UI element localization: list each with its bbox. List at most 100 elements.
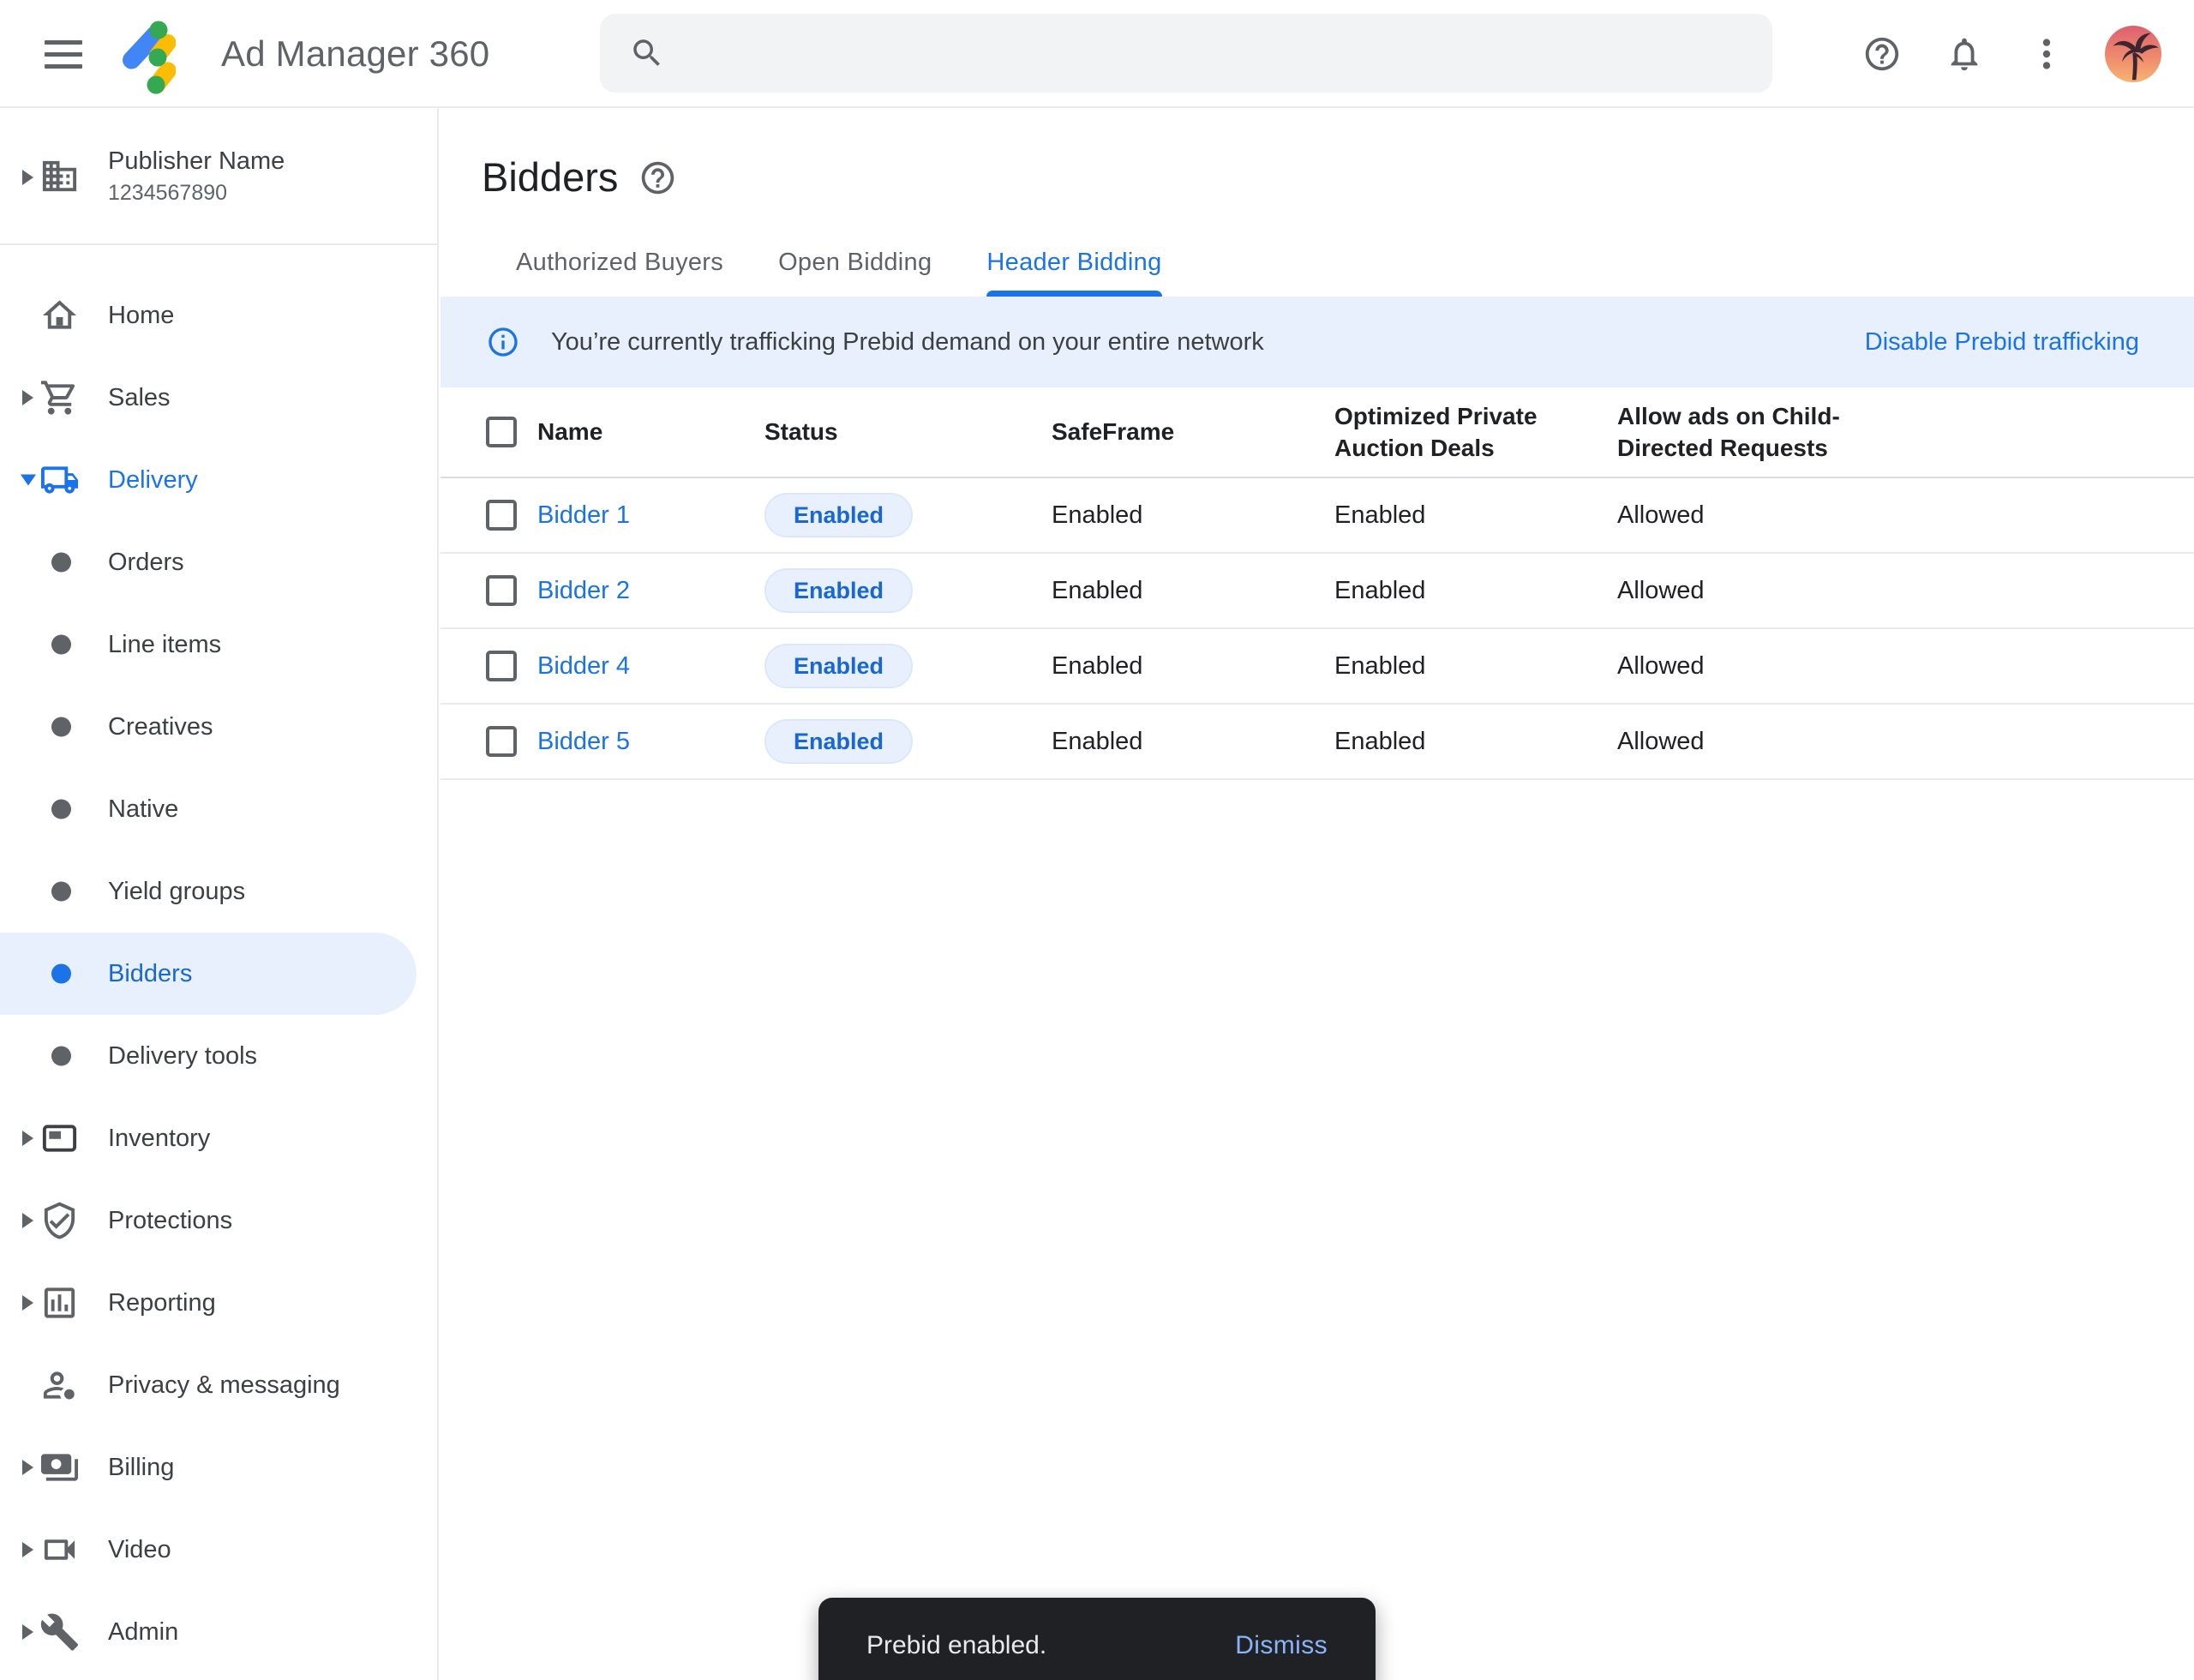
page-title: Bidders <box>482 153 618 202</box>
sidebar-item-line-items[interactable]: Line items <box>0 603 437 686</box>
bidders-table: Name Status SafeFrame Optimized Private … <box>441 387 2194 780</box>
sidebar-item-reporting[interactable]: Reporting <box>0 1262 437 1344</box>
delivery-truck-icon <box>39 460 80 501</box>
expand-caret-icon <box>22 1213 33 1228</box>
column-header-optimized-deals: Optimized Private Auction Deals <box>1334 400 1574 464</box>
payments-bill-icon <box>39 1448 80 1488</box>
bar-chart-report-icon <box>39 1283 80 1323</box>
sidebar-item-yield-groups[interactable]: Yield groups <box>0 850 437 933</box>
search-bar[interactable] <box>600 14 1772 93</box>
bidder-link[interactable]: Bidder 5 <box>537 728 630 755</box>
inventory-ad-unit-icon <box>39 1119 80 1159</box>
safeframe-value: Enabled <box>1052 652 1334 681</box>
person-privacy-icon <box>39 1365 80 1406</box>
sidebar-nav: Publisher Name 1234567890 Home Sales Del… <box>0 108 439 1680</box>
status-badge: Enabled <box>764 719 913 764</box>
menu-icon[interactable] <box>45 33 84 75</box>
bullet-dot-icon <box>51 882 71 902</box>
expand-caret-icon <box>22 1131 33 1146</box>
bullet-dot-icon <box>51 635 71 655</box>
palm-tree-icon <box>2105 26 2161 82</box>
page-head: Bidders <box>482 153 2194 202</box>
home-icon <box>39 296 80 336</box>
table-row-bidder-2: Bidder 2 Enabled Enabled Enabled Allowed <box>441 554 2194 629</box>
column-header-name: Name <box>537 418 764 446</box>
sidebar-item-privacy-messaging[interactable]: Privacy & messaging <box>0 1344 437 1426</box>
app-title: Ad Manager 360 <box>221 0 489 108</box>
bidder-link[interactable]: Bidder 1 <box>537 501 630 529</box>
publisher-id: 1234567890 <box>108 178 285 207</box>
bullet-dot-icon <box>51 1047 71 1066</box>
sidebar-item-protections[interactable]: Protections <box>0 1179 437 1262</box>
sidebar-item-delivery-tools[interactable]: Delivery tools <box>0 1015 437 1097</box>
row-checkbox[interactable] <box>486 726 517 757</box>
publisher-info: Publisher Name 1234567890 <box>108 144 285 207</box>
shield-check-icon <box>39 1201 80 1241</box>
account-avatar[interactable] <box>2105 26 2161 82</box>
tab-header-bidding[interactable]: Header Bidding <box>986 228 1161 297</box>
notifications-bell-icon[interactable] <box>1940 30 1988 78</box>
table-header-row: Name Status SafeFrame Optimized Private … <box>441 387 2194 478</box>
main-content: Bidders Authorized Buyers Open Bidding H… <box>441 108 2194 1680</box>
toast-message: Prebid enabled. <box>866 1631 1046 1660</box>
ad-manager-app: Ad Manager 360 <box>0 0 2194 1680</box>
expand-caret-icon <box>22 1460 33 1475</box>
page-help-icon[interactable] <box>638 159 677 197</box>
sidebar-item-home[interactable]: Home <box>0 274 437 357</box>
sidebar-item-native[interactable]: Native <box>0 768 437 850</box>
sidebar-item-orders[interactable]: Orders <box>0 521 437 603</box>
tab-authorized-buyers[interactable]: Authorized Buyers <box>516 228 723 297</box>
search-input[interactable] <box>686 14 1747 93</box>
more-vert-kebab-icon[interactable] <box>2023 30 2071 78</box>
safeframe-value: Enabled <box>1052 728 1334 756</box>
row-checkbox[interactable] <box>486 651 517 681</box>
bullet-dot-icon <box>51 717 71 737</box>
banner-message: You’re currently trafficking Prebid dema… <box>551 328 1264 357</box>
topbar-actions <box>1858 0 2161 108</box>
bidder-link[interactable]: Bidder 2 <box>537 577 630 604</box>
top-bar: Ad Manager 360 <box>0 0 2194 108</box>
child-directed-value: Allowed <box>1617 577 2194 605</box>
select-all-checkbox[interactable] <box>486 417 517 447</box>
tab-open-bidding[interactable]: Open Bidding <box>778 228 932 297</box>
status-badge: Enabled <box>764 568 913 613</box>
sidebar-item-billing[interactable]: Billing <box>0 1426 437 1509</box>
expand-caret-icon <box>22 1624 33 1640</box>
row-checkbox[interactable] <box>486 575 517 606</box>
table-row-bidder-5: Bidder 5 Enabled Enabled Enabled Allowed <box>441 705 2194 780</box>
bidder-link[interactable]: Bidder 4 <box>537 652 630 680</box>
sidebar-item-creatives[interactable]: Creatives <box>0 686 437 768</box>
ad-manager-logo-icon <box>123 9 176 94</box>
table-row-bidder-1: Bidder 1 Enabled Enabled Enabled Allowed <box>441 478 2194 554</box>
tab-bar: Authorized Buyers Open Bidding Header Bi… <box>516 228 2194 297</box>
safeframe-value: Enabled <box>1052 577 1334 605</box>
sidebar-items: Home Sales Delivery Orders Line items <box>0 245 437 1673</box>
optimized-deals-value: Enabled <box>1334 728 1617 756</box>
help-icon[interactable] <box>1858 30 1906 78</box>
row-checkbox[interactable] <box>486 500 517 531</box>
expand-caret-icon <box>22 390 33 405</box>
status-badge: Enabled <box>764 644 913 688</box>
sidebar-item-sales[interactable]: Sales <box>0 357 437 439</box>
dismiss-button[interactable]: Dismiss <box>1235 1631 1328 1660</box>
search-icon <box>629 35 665 71</box>
bullet-dot-icon <box>51 800 71 819</box>
child-directed-value: Allowed <box>1617 728 2194 756</box>
info-icon <box>486 325 520 359</box>
sidebar-item-bidders[interactable]: Bidders <box>0 933 417 1015</box>
snackbar-toast: Prebid enabled. Dismiss <box>818 1598 1376 1680</box>
column-header-child-directed: Allow ads on Child-Directed Requests <box>1617 400 1857 464</box>
sidebar-item-delivery[interactable]: Delivery <box>0 439 437 521</box>
optimized-deals-value: Enabled <box>1334 501 1617 530</box>
sidebar-item-inventory[interactable]: Inventory <box>0 1097 437 1179</box>
publisher-switcher[interactable]: Publisher Name 1234567890 <box>0 108 437 245</box>
table-row-bidder-4: Bidder 4 Enabled Enabled Enabled Allowed <box>441 629 2194 705</box>
sidebar-item-admin[interactable]: Admin <box>0 1591 437 1673</box>
bullet-dot-icon <box>51 553 71 573</box>
building-icon <box>39 156 80 196</box>
collapse-caret-icon <box>21 475 36 486</box>
column-header-safeframe: SafeFrame <box>1052 418 1334 446</box>
disable-prebid-trafficking-link[interactable]: Disable Prebid trafficking <box>1865 328 2139 357</box>
optimized-deals-value: Enabled <box>1334 652 1617 681</box>
sidebar-item-video[interactable]: Video <box>0 1509 437 1591</box>
